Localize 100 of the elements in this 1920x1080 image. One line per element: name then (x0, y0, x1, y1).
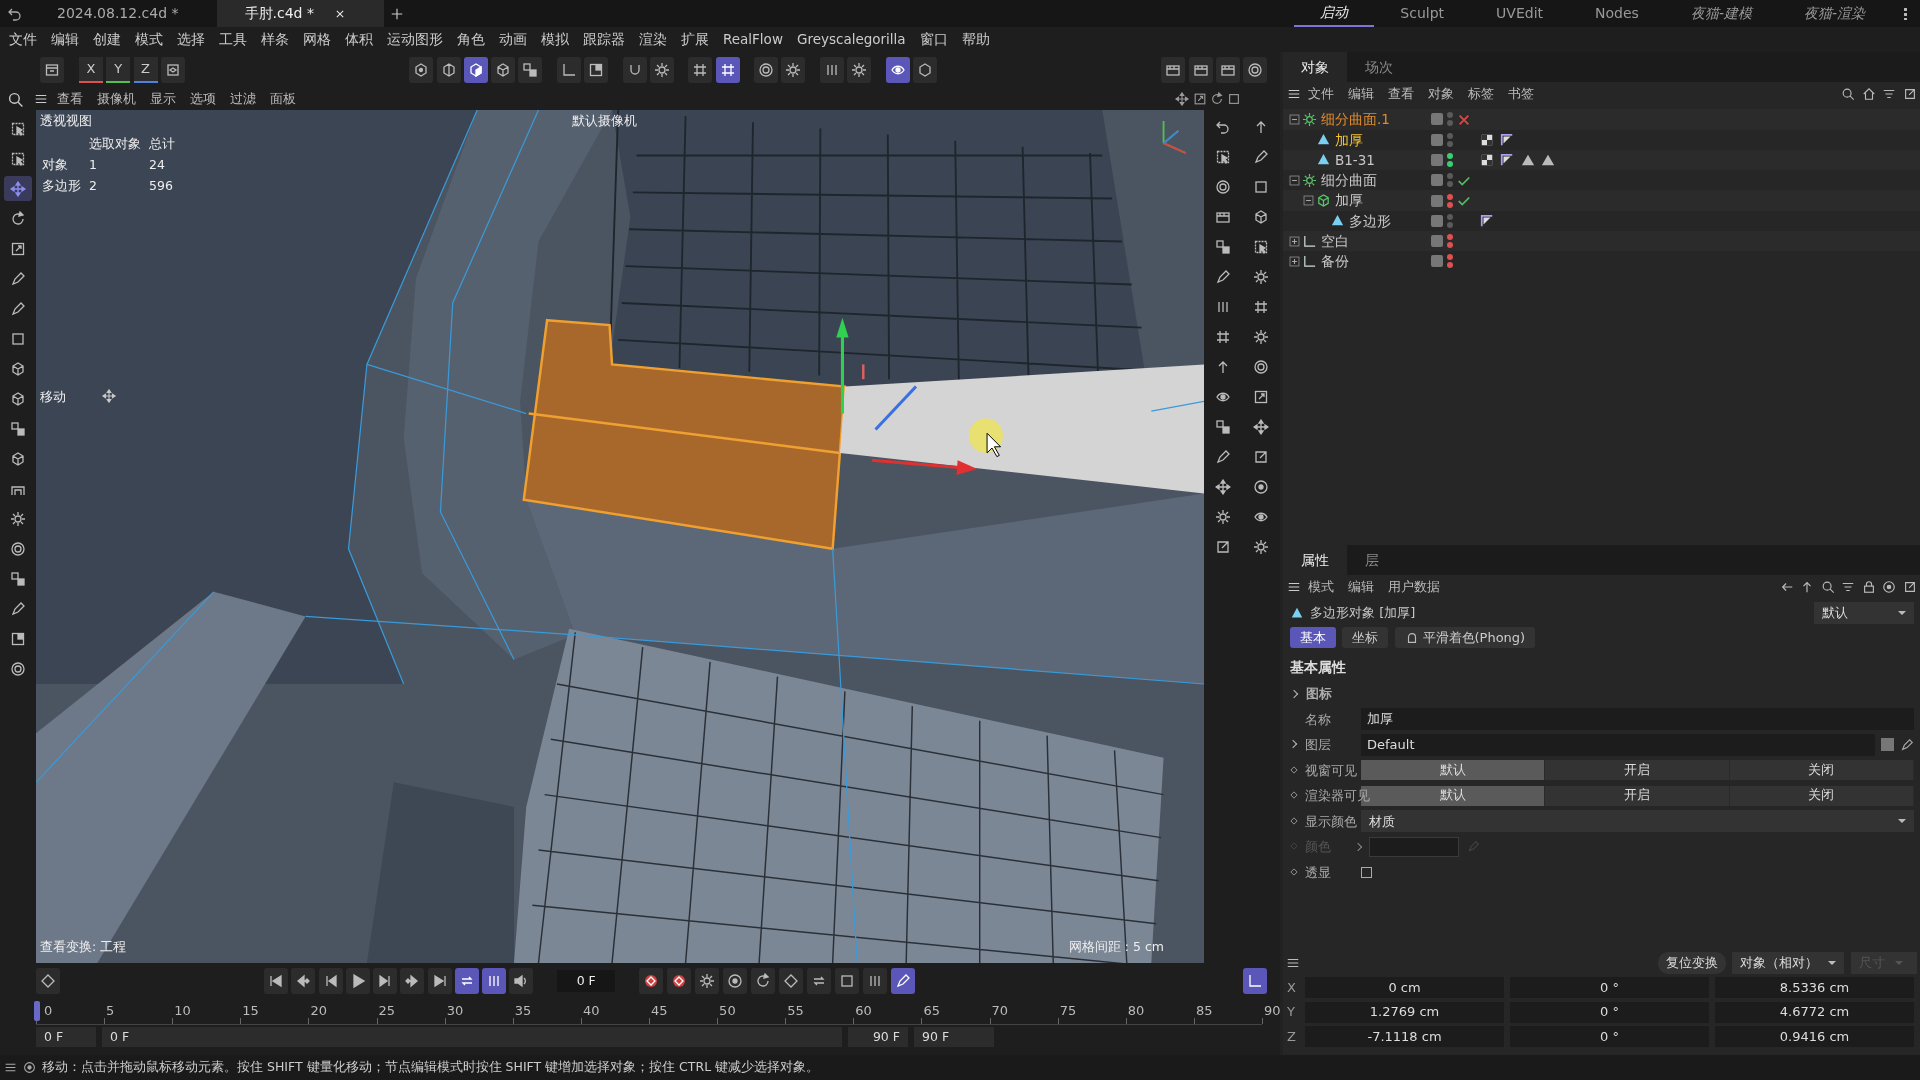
pen-icon[interactable] (1215, 268, 1231, 285)
visibility-dot[interactable] (1447, 140, 1453, 147)
layer-field[interactable]: Default (1361, 733, 1875, 756)
ring-icon[interactable] (10, 660, 26, 677)
search-icon[interactable] (1841, 87, 1856, 101)
search-icon[interactable] (1820, 580, 1835, 594)
expand-toggle-icon[interactable] (1289, 255, 1300, 267)
ring-icon[interactable] (1215, 178, 1231, 195)
pen-icon[interactable] (1215, 448, 1231, 465)
coordinate-field[interactable]: 4.6772 cm (1715, 1001, 1914, 1023)
object-name[interactable]: 加厚 (1335, 129, 1431, 150)
menu-item[interactable]: 选择 (170, 29, 212, 50)
coordinate-field[interactable]: 0 cm (1305, 977, 1504, 999)
menu-item[interactable]: 工具 (212, 29, 254, 50)
object-row[interactable]: 空白 (1283, 231, 1920, 252)
menu-item[interactable]: 书签 (1501, 84, 1541, 104)
visibility-dot[interactable] (1447, 181, 1453, 188)
rotate-icon[interactable] (1209, 91, 1224, 106)
menu-item[interactable]: 网格 (296, 29, 338, 50)
bars-icon[interactable] (486, 973, 502, 989)
menu-item[interactable]: 显示 (145, 88, 181, 109)
menu-item[interactable]: 编辑 (44, 29, 86, 50)
object-name[interactable]: 加厚 (1335, 190, 1431, 211)
square-icon[interactable] (839, 973, 856, 989)
gear-icon[interactable] (1253, 328, 1269, 345)
layer-swatch[interactable] (1881, 738, 1894, 752)
cubes-icon[interactable] (1215, 238, 1231, 255)
collapse-toggle-icon[interactable] (1289, 174, 1300, 186)
step-forward-icon[interactable] (377, 973, 393, 989)
visibility-dot[interactable] (1447, 112, 1453, 119)
filter-icon[interactable] (1841, 580, 1856, 594)
menu-item[interactable]: 窗口 (912, 29, 955, 50)
menu-item[interactable]: 模拟 (534, 29, 576, 50)
selection-icon[interactable] (10, 120, 26, 137)
scale-icon[interactable] (1192, 91, 1207, 106)
layout-tab[interactable]: Sculpt (1374, 0, 1471, 27)
selection-icon[interactable] (1253, 238, 1269, 255)
hexagon-icon[interactable] (440, 61, 457, 78)
collapse-toggle-icon[interactable] (1303, 195, 1314, 207)
axis-lock-button[interactable]: X (79, 56, 103, 83)
record-icon[interactable] (643, 973, 660, 989)
menu-item[interactable]: 标签 (1461, 84, 1501, 104)
menu-item[interactable]: 用户数据 (1381, 577, 1447, 597)
menu-item[interactable]: Greyscalegorilla (789, 29, 913, 50)
phong-tag-icon[interactable] (1500, 132, 1514, 147)
menu-item[interactable]: 编辑 (1341, 577, 1381, 597)
object-name[interactable]: 空白 (1321, 231, 1431, 252)
visibility-dot[interactable] (1447, 242, 1453, 249)
axis-lock-button[interactable]: Y (106, 56, 131, 83)
coordinate-field[interactable]: -7.1118 cm (1305, 1025, 1504, 1047)
axis-icon[interactable] (560, 61, 577, 78)
menu-item[interactable]: 动画 (492, 29, 534, 50)
checker-tag-icon[interactable] (1479, 153, 1494, 167)
object-name[interactable]: 备份 (1321, 251, 1431, 272)
file-tab[interactable]: 2024.08.12.c4d * (29, 0, 217, 27)
square-icon[interactable] (10, 330, 26, 347)
object-name[interactable]: B1-31 (1335, 149, 1431, 171)
diamond-icon[interactable] (783, 973, 800, 989)
menu-item[interactable]: 帮助 (954, 29, 997, 50)
menu-item[interactable]: 对象 (1421, 84, 1461, 104)
skip-back-icon[interactable] (268, 973, 284, 989)
visibility-dot[interactable] (1447, 161, 1453, 167)
record-icon[interactable] (671, 973, 688, 989)
visibility-dot[interactable] (1447, 221, 1453, 228)
menu-item[interactable]: 样条 (254, 29, 296, 50)
filter-icon[interactable] (1882, 87, 1897, 101)
object-row[interactable]: B1-31 (1283, 149, 1920, 171)
move-icon[interactable] (10, 180, 26, 197)
toggle-option[interactable]: 开启 (1545, 785, 1730, 806)
object-row[interactable]: 细分曲面.1 (1283, 109, 1920, 130)
menu-icon[interactable] (4, 1061, 17, 1074)
square-icon[interactable] (10, 630, 26, 647)
coordinate-mode-dropdown[interactable]: 对象（相对） (1732, 952, 1845, 974)
playhead[interactable] (34, 1001, 40, 1021)
layer-swatch[interactable] (1431, 235, 1443, 248)
menu-item[interactable]: 角色 (450, 29, 492, 50)
selection-icon[interactable] (1215, 148, 1231, 165)
ring-icon[interactable] (10, 540, 26, 557)
square-icon[interactable] (1227, 91, 1241, 106)
pen-icon[interactable] (10, 600, 26, 617)
attribute-tab[interactable]: 平滑着色(Phong) (1394, 627, 1536, 648)
camera-label[interactable]: 默认摄像机 (572, 112, 637, 131)
coordinate-field[interactable]: 0 ° (1510, 1025, 1709, 1047)
move-icon[interactable] (1253, 418, 1269, 435)
menu-item[interactable]: 面板 (265, 88, 301, 109)
menu-icon[interactable] (1287, 580, 1301, 594)
menu-item[interactable]: 创建 (86, 29, 128, 50)
toggle-option[interactable]: 默认 (1361, 760, 1546, 781)
skip-forward-icon[interactable] (431, 973, 448, 989)
coordinate-field[interactable]: 1.2769 cm (1305, 1001, 1504, 1023)
ring-icon[interactable] (1247, 61, 1263, 78)
grid-icon[interactable] (1253, 298, 1269, 315)
menu-item[interactable]: 摄像机 (92, 88, 141, 109)
pen-icon[interactable] (1900, 737, 1914, 752)
menu-item[interactable]: RealFlow (716, 29, 790, 50)
scale-icon[interactable] (10, 240, 26, 257)
grid-icon[interactable] (692, 61, 709, 78)
collapse-toggle-icon[interactable] (1289, 113, 1300, 125)
grid-icon[interactable] (1215, 328, 1231, 345)
visibility-dot[interactable] (1447, 213, 1453, 220)
